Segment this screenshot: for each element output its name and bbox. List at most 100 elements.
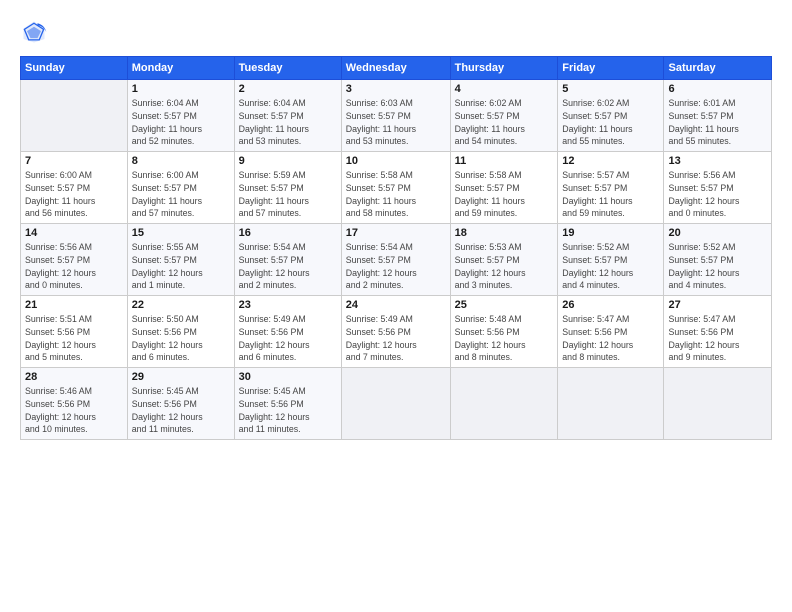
day-number: 25 <box>455 299 554 311</box>
day-info: Sunrise: 5:52 AMSunset: 5:57 PMDaylight:… <box>668 241 767 292</box>
day-number: 21 <box>25 299 123 311</box>
day-info: Sunrise: 5:59 AMSunset: 5:57 PMDaylight:… <box>239 169 337 220</box>
calendar-cell: 14Sunrise: 5:56 AMSunset: 5:57 PMDayligh… <box>21 224 128 296</box>
calendar-cell: 16Sunrise: 5:54 AMSunset: 5:57 PMDayligh… <box>234 224 341 296</box>
calendar-week-5: 28 Sunrise: 5:46 AMSunset: 5:56 PMDayligh… <box>21 368 772 440</box>
day-number: 15 <box>132 227 230 239</box>
day-number: 20 <box>668 227 767 239</box>
day-info: Sunrise: 5:54 AMSunset: 5:57 PMDaylight:… <box>239 241 337 292</box>
logo-icon <box>20 18 48 46</box>
day-number: 6 <box>668 83 767 95</box>
calendar-cell: 2Sunrise: 6:04 AMSunset: 5:57 PMDaylight… <box>234 80 341 152</box>
calendar-cell: 11 Sunrise: 5:58 AMSunset: 5:57 PMDayligh… <box>450 152 558 224</box>
day-info: Sunrise: 5:53 AMSunset: 5:57 PMDaylight:… <box>455 241 554 292</box>
day-info: Sunrise: 6:00 AMSunset: 5:57 PMDaylight:… <box>132 169 230 220</box>
day-info: Sunrise: 6:01 AMSunset: 5:57 PMDaylight:… <box>668 97 767 148</box>
day-number: 17 <box>346 227 446 239</box>
day-info: Sunrise: 5:47 AMSunset: 5:56 PMDaylight:… <box>562 313 659 364</box>
calendar-cell: 3 Sunrise: 6:03 AMSunset: 5:57 PMDaylight… <box>341 80 450 152</box>
page: SundayMondayTuesdayWednesdayThursdayFrid… <box>0 0 792 612</box>
calendar-cell <box>664 368 772 440</box>
day-number: 27 <box>668 299 767 311</box>
calendar-cell: 20 Sunrise: 5:52 AMSunset: 5:57 PMDayligh… <box>664 224 772 296</box>
col-header-tuesday: Tuesday <box>234 57 341 80</box>
calendar-cell: 1 Sunrise: 6:04 AMSunset: 5:57 PMDaylight… <box>127 80 234 152</box>
calendar-cell: 10 Sunrise: 5:58 AMSunset: 5:57 PMDayligh… <box>341 152 450 224</box>
day-number: 2 <box>239 83 337 95</box>
day-number: 26 <box>562 299 659 311</box>
day-number: 30 <box>239 371 337 383</box>
day-info: Sunrise: 5:56 AMSunset: 5:57 PMDaylight:… <box>25 241 123 292</box>
day-info: Sunrise: 5:49 AMSunset: 5:56 PMDaylight:… <box>346 313 446 364</box>
calendar-cell <box>450 368 558 440</box>
calendar-cell: 18 Sunrise: 5:53 AMSunset: 5:57 PMDayligh… <box>450 224 558 296</box>
header-row: SundayMondayTuesdayWednesdayThursdayFrid… <box>21 57 772 80</box>
day-info: Sunrise: 5:57 AMSunset: 5:57 PMDaylight:… <box>562 169 659 220</box>
day-number: 10 <box>346 155 446 167</box>
day-number: 5 <box>562 83 659 95</box>
day-info: Sunrise: 5:58 AMSunset: 5:57 PMDaylight:… <box>346 169 446 220</box>
calendar-cell: 19Sunrise: 5:52 AMSunset: 5:57 PMDayligh… <box>558 224 664 296</box>
day-info: Sunrise: 5:56 AMSunset: 5:57 PMDaylight:… <box>668 169 767 220</box>
calendar-week-2: 7 Sunrise: 6:00 AMSunset: 5:57 PMDaylight… <box>21 152 772 224</box>
day-number: 18 <box>455 227 554 239</box>
calendar-cell: 9 Sunrise: 5:59 AMSunset: 5:57 PMDaylight… <box>234 152 341 224</box>
calendar-cell: 6 Sunrise: 6:01 AMSunset: 5:57 PMDaylight… <box>664 80 772 152</box>
calendar-cell <box>558 368 664 440</box>
day-info: Sunrise: 6:02 AMSunset: 5:57 PMDaylight:… <box>562 97 659 148</box>
calendar-cell: 12 Sunrise: 5:57 AMSunset: 5:57 PMDayligh… <box>558 152 664 224</box>
day-number: 3 <box>346 83 446 95</box>
day-number: 4 <box>455 83 554 95</box>
calendar-cell: 23Sunrise: 5:49 AMSunset: 5:56 PMDayligh… <box>234 296 341 368</box>
calendar-cell: 4 Sunrise: 6:02 AMSunset: 5:57 PMDaylight… <box>450 80 558 152</box>
day-info: Sunrise: 5:46 AMSunset: 5:56 PMDaylight:… <box>25 385 123 436</box>
calendar-cell: 15 Sunrise: 5:55 AMSunset: 5:57 PMDayligh… <box>127 224 234 296</box>
day-number: 22 <box>132 299 230 311</box>
col-header-wednesday: Wednesday <box>341 57 450 80</box>
day-info: Sunrise: 6:04 AMSunset: 5:57 PMDaylight:… <box>132 97 230 148</box>
day-info: Sunrise: 5:55 AMSunset: 5:57 PMDaylight:… <box>132 241 230 292</box>
day-info: Sunrise: 5:50 AMSunset: 5:56 PMDaylight:… <box>132 313 230 364</box>
day-number: 11 <box>455 155 554 167</box>
calendar-cell: 17 Sunrise: 5:54 AMSunset: 5:57 PMDayligh… <box>341 224 450 296</box>
day-info: Sunrise: 5:48 AMSunset: 5:56 PMDaylight:… <box>455 313 554 364</box>
calendar-cell: 30 Sunrise: 5:45 AMSunset: 5:56 PMDayligh… <box>234 368 341 440</box>
calendar-cell: 5 Sunrise: 6:02 AMSunset: 5:57 PMDaylight… <box>558 80 664 152</box>
day-info: Sunrise: 5:51 AMSunset: 5:56 PMDaylight:… <box>25 313 123 364</box>
day-info: Sunrise: 5:47 AMSunset: 5:56 PMDaylight:… <box>668 313 767 364</box>
day-info: Sunrise: 5:54 AMSunset: 5:57 PMDaylight:… <box>346 241 446 292</box>
calendar-cell: 25 Sunrise: 5:48 AMSunset: 5:56 PMDayligh… <box>450 296 558 368</box>
calendar-cell: 26 Sunrise: 5:47 AMSunset: 5:56 PMDayligh… <box>558 296 664 368</box>
calendar-header: SundayMondayTuesdayWednesdayThursdayFrid… <box>21 57 772 80</box>
day-info: Sunrise: 5:58 AMSunset: 5:57 PMDaylight:… <box>455 169 554 220</box>
calendar-table: SundayMondayTuesdayWednesdayThursdayFrid… <box>20 56 772 440</box>
calendar-cell: 24Sunrise: 5:49 AMSunset: 5:56 PMDayligh… <box>341 296 450 368</box>
day-number: 12 <box>562 155 659 167</box>
day-info: Sunrise: 6:00 AMSunset: 5:57 PMDaylight:… <box>25 169 123 220</box>
logo <box>20 18 52 46</box>
day-number: 13 <box>668 155 767 167</box>
day-number: 9 <box>239 155 337 167</box>
day-number: 23 <box>239 299 337 311</box>
calendar-cell <box>341 368 450 440</box>
calendar-week-1: 1 Sunrise: 6:04 AMSunset: 5:57 PMDaylight… <box>21 80 772 152</box>
col-header-friday: Friday <box>558 57 664 80</box>
day-info: Sunrise: 5:52 AMSunset: 5:57 PMDaylight:… <box>562 241 659 292</box>
calendar-cell: 13 Sunrise: 5:56 AMSunset: 5:57 PMDayligh… <box>664 152 772 224</box>
day-number: 28 <box>25 371 123 383</box>
day-info: Sunrise: 5:45 AMSunset: 5:56 PMDaylight:… <box>239 385 337 436</box>
col-header-saturday: Saturday <box>664 57 772 80</box>
calendar-week-4: 21 Sunrise: 5:51 AMSunset: 5:56 PMDayligh… <box>21 296 772 368</box>
day-info: Sunrise: 6:03 AMSunset: 5:57 PMDaylight:… <box>346 97 446 148</box>
calendar-cell: 28 Sunrise: 5:46 AMSunset: 5:56 PMDayligh… <box>21 368 128 440</box>
day-info: Sunrise: 6:02 AMSunset: 5:57 PMDaylight:… <box>455 97 554 148</box>
calendar-cell: 27 Sunrise: 5:47 AMSunset: 5:56 PMDayligh… <box>664 296 772 368</box>
calendar-cell: 8 Sunrise: 6:00 AMSunset: 5:57 PMDaylight… <box>127 152 234 224</box>
calendar-week-3: 14Sunrise: 5:56 AMSunset: 5:57 PMDayligh… <box>21 224 772 296</box>
day-number: 8 <box>132 155 230 167</box>
calendar-cell: 21 Sunrise: 5:51 AMSunset: 5:56 PMDayligh… <box>21 296 128 368</box>
calendar-cell: 22 Sunrise: 5:50 AMSunset: 5:56 PMDayligh… <box>127 296 234 368</box>
calendar-cell: 7 Sunrise: 6:00 AMSunset: 5:57 PMDaylight… <box>21 152 128 224</box>
day-number: 7 <box>25 155 123 167</box>
day-number: 1 <box>132 83 230 95</box>
